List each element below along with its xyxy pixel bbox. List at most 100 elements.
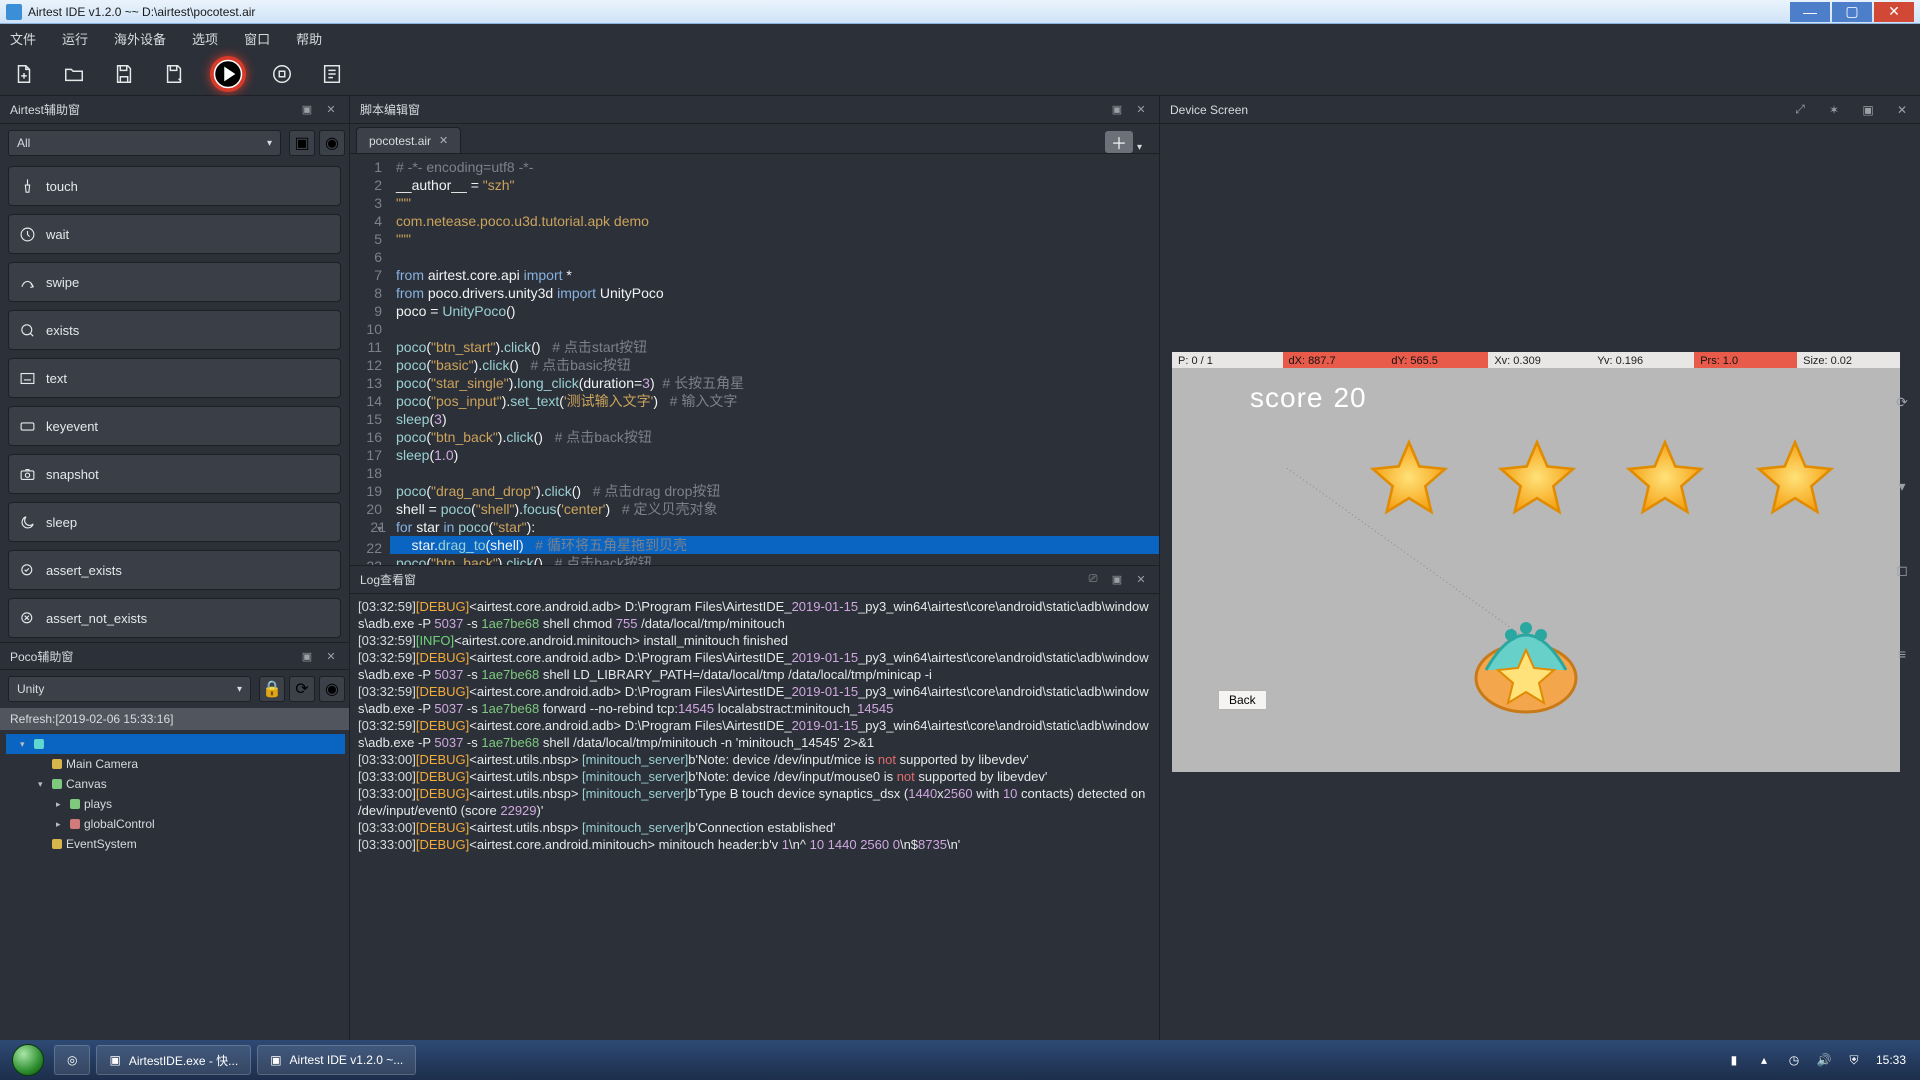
- close-icon[interactable]: ✕: [439, 134, 448, 147]
- menu-overseas[interactable]: 海外设备: [114, 29, 166, 48]
- device-down-button[interactable]: ▾: [1892, 476, 1912, 496]
- device-phone-screen[interactable]: score20 Back: [1172, 368, 1900, 772]
- device-fit-button[interactable]: ⤢: [1792, 102, 1808, 118]
- panel-dock-button[interactable]: ▣: [1109, 572, 1125, 588]
- game-star[interactable]: [1494, 438, 1580, 524]
- action-touch[interactable]: touch: [8, 166, 341, 206]
- airtest-action-list: touch wait swipe exists text keyevent sn…: [0, 162, 349, 642]
- app-icon: [6, 4, 22, 20]
- new-file-button[interactable]: [10, 60, 38, 88]
- tree-node[interactable]: ▸plays: [6, 794, 345, 814]
- device-rotate-button[interactable]: ⟳: [1892, 392, 1912, 412]
- action-swipe[interactable]: swipe: [8, 262, 341, 302]
- poco-lock-button[interactable]: 🔒: [259, 676, 285, 702]
- action-snapshot[interactable]: snapshot: [8, 454, 341, 494]
- action-wait[interactable]: wait: [8, 214, 341, 254]
- window-title: Airtest IDE v1.2.0 ~~ D:\airtest\pocotes…: [28, 5, 255, 19]
- window-close-button[interactable]: ✕: [1874, 2, 1914, 22]
- save-as-button[interactable]: [160, 60, 188, 88]
- menu-run[interactable]: 运行: [62, 29, 88, 48]
- action-assert-exists[interactable]: assert_exists: [8, 550, 341, 590]
- tray-battery-icon[interactable]: ▮: [1726, 1052, 1742, 1068]
- menu-options[interactable]: 选项: [192, 29, 218, 48]
- tray-volume-icon[interactable]: 🔊: [1816, 1052, 1832, 1068]
- panel-dock-button[interactable]: ▣: [299, 648, 315, 664]
- action-sleep[interactable]: sleep: [8, 502, 341, 542]
- taskbar-item[interactable]: ▣AirtestIDE.exe - 快...: [96, 1045, 251, 1075]
- panel-dock-button[interactable]: ▣: [299, 102, 315, 118]
- poco-refresh-button[interactable]: ⟳: [289, 676, 315, 702]
- window-minimize-button[interactable]: —: [1790, 2, 1830, 22]
- tree-node[interactable]: EventSystem: [6, 834, 345, 854]
- device-tools-button[interactable]: ✶: [1826, 102, 1842, 118]
- run-script-button[interactable]: [210, 56, 246, 92]
- action-keyevent[interactable]: keyevent: [8, 406, 341, 446]
- tree-node[interactable]: ▾: [6, 734, 345, 754]
- device-menu-button[interactable]: ≡: [1892, 644, 1912, 664]
- add-tab-button[interactable]: ＋: [1105, 131, 1133, 153]
- panel-close-button[interactable]: ✕: [1133, 572, 1149, 588]
- main-toolbar: [0, 52, 1920, 96]
- panel-close-button[interactable]: ✕: [323, 102, 339, 118]
- game-star[interactable]: [1752, 438, 1838, 524]
- menu-window[interactable]: 窗口: [244, 29, 270, 48]
- action-text[interactable]: text: [8, 358, 341, 398]
- airtest-filter-combo[interactable]: All ▾: [8, 130, 281, 156]
- windows-taskbar[interactable]: ◎ ▣AirtestIDE.exe - 快... ▣Airtest IDE v1…: [0, 1040, 1920, 1080]
- chevron-down-icon[interactable]: ▾: [1137, 142, 1153, 153]
- airtest-helper-title: Airtest辅助窗: [10, 101, 80, 118]
- action-exists[interactable]: exists: [8, 310, 341, 350]
- code-editor[interactable]: 123456789101112131415161718192021▾222324…: [350, 154, 1159, 565]
- airtest-filter-value: All: [17, 136, 30, 150]
- game-shell[interactable]: [1466, 600, 1586, 720]
- tree-node[interactable]: ▾Canvas: [6, 774, 345, 794]
- panel-close-button[interactable]: ✕: [1894, 102, 1910, 118]
- score-display: score20: [1250, 382, 1367, 414]
- view-report-button[interactable]: [318, 60, 346, 88]
- airtest-helper-header: Airtest辅助窗 ▣ ✕: [0, 96, 349, 124]
- poco-mode-combo[interactable]: Unity ▾: [8, 676, 251, 702]
- device-viewport[interactable]: P: 0 / 1 dX: 887.7 dY: 565.5 Xv: 0.309 Y…: [1160, 124, 1920, 1040]
- device-home-button[interactable]: ◻: [1892, 560, 1912, 580]
- menu-file[interactable]: 文件: [10, 29, 36, 48]
- airtest-record-button[interactable]: ◉: [319, 130, 345, 156]
- taskbar-item[interactable]: ▣Airtest IDE v1.2.0 ~...: [257, 1045, 416, 1075]
- chevron-down-icon: ▾: [237, 684, 242, 695]
- tree-node[interactable]: ▸globalControl: [6, 814, 345, 834]
- menu-help[interactable]: 帮助: [296, 29, 322, 48]
- log-viewer-header: Log查看窗 ⎚ ▣ ✕: [350, 566, 1159, 594]
- editor-tabbar: pocotest.air ✕ ＋ ▾: [350, 124, 1159, 154]
- tray-chevron-icon[interactable]: ▴: [1756, 1052, 1772, 1068]
- taskbar-pinned-ie[interactable]: ◎: [54, 1045, 90, 1075]
- panel-close-button[interactable]: ✕: [1133, 102, 1149, 118]
- log-viewer-title: Log查看窗: [360, 571, 416, 588]
- poco-mode-value: Unity: [17, 682, 44, 696]
- log-filter-button[interactable]: ⎚: [1085, 572, 1101, 588]
- poco-helper-header: Poco辅助窗 ▣ ✕: [0, 642, 349, 670]
- game-star[interactable]: [1366, 438, 1452, 524]
- game-star[interactable]: [1622, 438, 1708, 524]
- system-tray[interactable]: ▮ ▴ ◷ 🔊 ⛨ 15:33: [1726, 1052, 1912, 1068]
- tree-node[interactable]: Main Camera: [6, 754, 345, 774]
- stop-script-button[interactable]: [268, 60, 296, 88]
- window-maximize-button[interactable]: ▢: [1832, 2, 1872, 22]
- editor-tab[interactable]: pocotest.air ✕: [356, 127, 461, 153]
- panel-dock-button[interactable]: ▣: [1860, 102, 1876, 118]
- device-side-toolbar: ⟳ ▾ ◻ ≡: [1892, 392, 1912, 664]
- action-assert-not-exists[interactable]: assert_not_exists: [8, 598, 341, 638]
- menubar: 文件 运行 海外设备 选项 窗口 帮助: [0, 24, 1920, 52]
- tray-shield-icon[interactable]: ⛨: [1846, 1052, 1862, 1068]
- window-titlebar: Airtest IDE v1.2.0 ~~ D:\airtest\pocotes…: [0, 0, 1920, 24]
- game-back-button[interactable]: Back: [1218, 690, 1267, 710]
- panel-close-button[interactable]: ✕: [323, 648, 339, 664]
- panel-dock-button[interactable]: ▣: [1109, 102, 1125, 118]
- save-button[interactable]: [110, 60, 138, 88]
- start-button[interactable]: [8, 1040, 48, 1080]
- poco-hierarchy-tree[interactable]: ▾Main Camera▾Canvas▸plays▸globalControlE…: [0, 730, 349, 1040]
- airtest-camera-button[interactable]: ▣: [289, 130, 315, 156]
- tray-network-icon[interactable]: ◷: [1786, 1052, 1802, 1068]
- tray-clock[interactable]: 15:33: [1876, 1053, 1906, 1067]
- poco-record-button[interactable]: ◉: [319, 676, 345, 702]
- open-folder-button[interactable]: [60, 60, 88, 88]
- log-output[interactable]: [03:32:59][DEBUG]<airtest.core.android.a…: [350, 594, 1159, 1040]
